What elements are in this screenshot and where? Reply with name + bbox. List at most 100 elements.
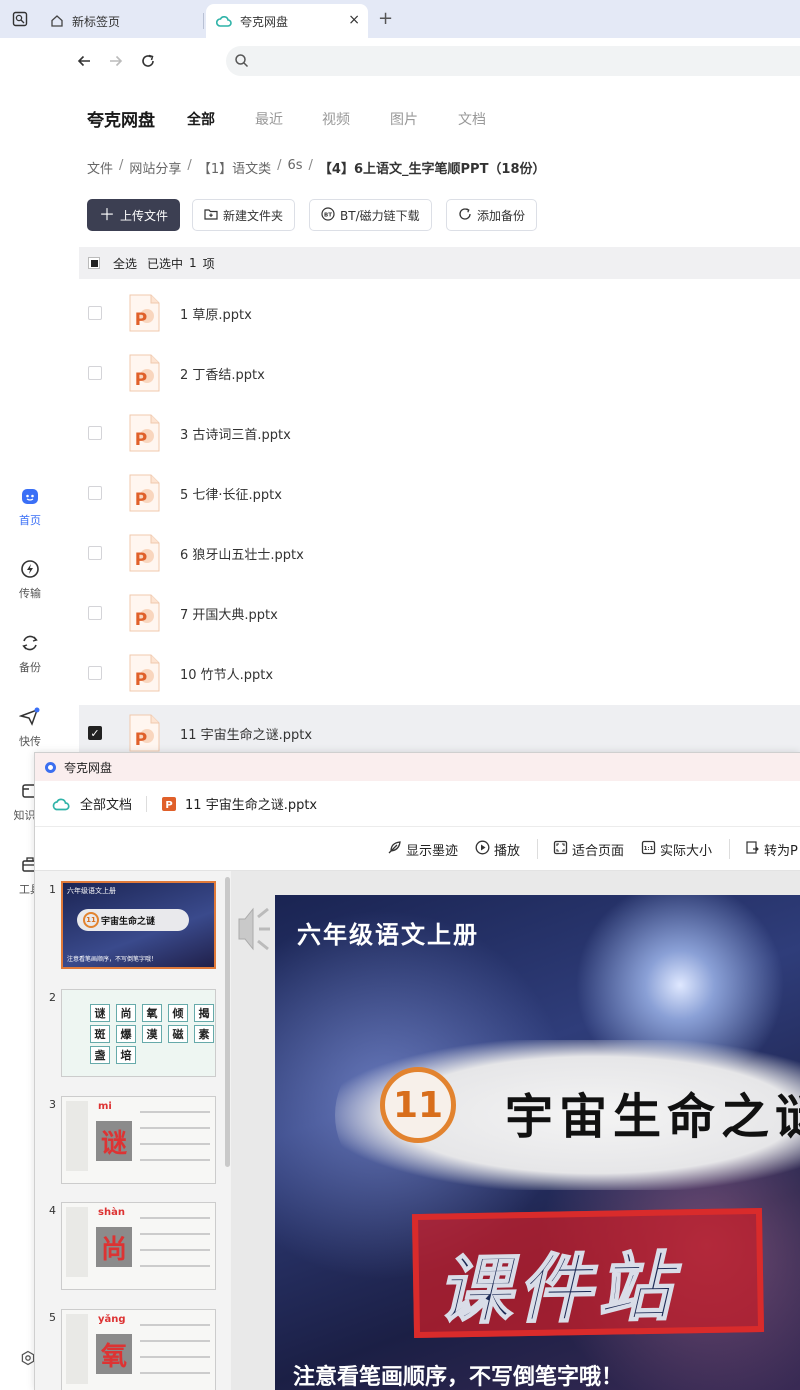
thumb-char-cell: 揭 bbox=[194, 1004, 214, 1022]
breadcrumb-item[interactable]: 6s bbox=[287, 158, 302, 177]
file-checkbox[interactable] bbox=[88, 306, 102, 320]
home-bot-icon bbox=[0, 484, 60, 508]
file-name[interactable]: 7 开国大典.pptx bbox=[180, 604, 278, 623]
tab-label: 新标签页 bbox=[72, 14, 121, 29]
ppt-file-icon: P bbox=[128, 594, 160, 632]
file-name[interactable]: 11 宇宙生命之谜.pptx bbox=[180, 724, 312, 743]
thumbnail-scrollbar[interactable] bbox=[225, 877, 230, 1167]
search-icon bbox=[234, 53, 249, 72]
back-icon[interactable] bbox=[73, 50, 95, 72]
new-folder-label: 新建文件夹 bbox=[223, 208, 284, 223]
file-name[interactable]: 1 草原.pptx bbox=[180, 304, 252, 323]
file-row[interactable]: P 7 开国大典.pptx bbox=[79, 585, 800, 641]
file-checkbox[interactable]: ✓ bbox=[88, 726, 102, 740]
rail-label: 备份 bbox=[19, 661, 41, 674]
select-all-label[interactable]: 全选 bbox=[113, 255, 137, 272]
rail-item-home[interactable]: 首页 bbox=[0, 484, 60, 528]
category-all[interactable]: 全部 bbox=[187, 109, 215, 129]
new-tab-button[interactable]: + bbox=[378, 8, 393, 29]
paper-plane-icon bbox=[0, 705, 60, 729]
file-checkbox[interactable] bbox=[88, 666, 102, 680]
quark-logo-icon bbox=[45, 761, 56, 773]
thumb-number: 5 bbox=[49, 1311, 56, 1324]
current-slide[interactable]: 六年级语文上册 11 宇宙生命之谜 课件站 注意看笔画顺序，不写倒笔字哦！ bbox=[275, 895, 800, 1390]
slide-thumb-2[interactable]: 谜尚氧倾揭斑爆漠磁素盏培 bbox=[61, 989, 216, 1077]
thumb-char-cell: 尚 bbox=[116, 1004, 136, 1022]
convert-button[interactable]: 转为P bbox=[745, 840, 798, 859]
file-row[interactable]: P 10 竹节人.pptx bbox=[79, 645, 800, 701]
slide-thumb-5[interactable]: yǎng 氧 bbox=[61, 1309, 216, 1390]
rail-item-backup[interactable]: 备份 bbox=[0, 631, 60, 675]
bt-download-button[interactable]: BT BT/磁力链下载 bbox=[309, 199, 432, 231]
slide-thumb-3[interactable]: mi 谜 bbox=[61, 1096, 216, 1184]
file-name[interactable]: 3 古诗词三首.pptx bbox=[180, 424, 291, 443]
category-image[interactable]: 图片 bbox=[390, 109, 418, 129]
tab-quark-drive[interactable]: 夸克网盘 × bbox=[206, 4, 368, 38]
svg-text:P: P bbox=[135, 730, 147, 750]
play-button[interactable]: 播放 bbox=[475, 840, 520, 859]
ppt-file-icon: P bbox=[128, 654, 160, 692]
thumb-line bbox=[140, 1356, 210, 1358]
home-icon bbox=[50, 14, 64, 28]
file-row[interactable]: P 2 丁香结.pptx bbox=[79, 345, 800, 401]
rail-item-quick-send[interactable]: 快传 bbox=[0, 705, 60, 749]
file-name[interactable]: 2 丁香结.pptx bbox=[180, 364, 265, 383]
file-checkbox[interactable] bbox=[88, 426, 102, 440]
thumb-column bbox=[66, 1207, 88, 1277]
breadcrumb: 文件 / 网站分享 / 【1】语文类 / 6s / 【4】6上语文_生字笔顺PP… bbox=[87, 158, 546, 177]
thumb-char-cell: 斑 bbox=[90, 1025, 110, 1043]
svg-text:P: P bbox=[135, 430, 147, 450]
add-backup-button[interactable]: 添加备份 bbox=[446, 199, 538, 231]
selected-unit: 项 bbox=[202, 256, 215, 271]
category-document[interactable]: 文档 bbox=[458, 109, 486, 129]
thumb-line bbox=[140, 1127, 210, 1129]
file-row[interactable]: P 5 七律·长征.pptx bbox=[79, 465, 800, 521]
workspace-icon[interactable] bbox=[8, 7, 32, 31]
thumb-number: 3 bbox=[49, 1098, 56, 1111]
file-name[interactable]: 6 狼牙山五壮士.pptx bbox=[180, 544, 304, 563]
rail-item-transfer[interactable]: 传输 bbox=[0, 557, 60, 601]
actual-size-button[interactable]: 1:1 实际大小 bbox=[641, 840, 712, 859]
address-bar[interactable] bbox=[226, 46, 800, 76]
close-icon[interactable]: × bbox=[348, 12, 360, 28]
file-checkbox[interactable] bbox=[88, 546, 102, 560]
ppt-file-icon: P bbox=[128, 294, 160, 332]
thumb-char-cell: 漠 bbox=[142, 1025, 162, 1043]
upload-button[interactable]: ＋ 上传文件 bbox=[87, 199, 181, 231]
breadcrumb-item[interactable]: 【1】语文类 bbox=[198, 158, 271, 177]
category-recent[interactable]: 最近 bbox=[255, 109, 283, 129]
fit-page-label: 适合页面 bbox=[572, 844, 625, 859]
file-name[interactable]: 10 竹节人.pptx bbox=[180, 664, 273, 683]
file-row[interactable]: P 6 狼牙山五壮士.pptx bbox=[79, 525, 800, 581]
speaker-icon[interactable] bbox=[235, 899, 271, 963]
forward-icon[interactable] bbox=[105, 50, 127, 72]
new-folder-button[interactable]: 新建文件夹 bbox=[192, 199, 296, 231]
ppt-file-icon: P bbox=[128, 414, 160, 452]
preview-window: 夸克网盘 全部文档 P 11 宇宙生命之谜.pptx 显示墨迹 播放 适合页面 … bbox=[34, 752, 800, 1390]
thumb-column bbox=[66, 1314, 88, 1384]
slide-thumb-4[interactable]: shàn 尚 bbox=[61, 1202, 216, 1290]
thumb-number: 4 bbox=[49, 1204, 56, 1217]
preview-window-title: 夸克网盘 bbox=[64, 760, 113, 775]
tab-new-tab[interactable]: 新标签页 bbox=[40, 4, 204, 38]
toolbar-divider bbox=[537, 839, 538, 859]
file-checkbox[interactable] bbox=[88, 366, 102, 380]
all-docs-link[interactable]: 全部文档 bbox=[80, 794, 132, 813]
thumb-char-cell: 磁 bbox=[168, 1025, 188, 1043]
file-name[interactable]: 5 七律·长征.pptx bbox=[180, 484, 282, 503]
file-checkbox[interactable] bbox=[88, 486, 102, 500]
select-all-checkbox[interactable] bbox=[88, 257, 100, 269]
thumb-char: 尚 bbox=[96, 1227, 132, 1267]
brand-title: 夸克网盘 bbox=[87, 111, 155, 131]
breadcrumb-item[interactable]: 网站分享 bbox=[129, 158, 181, 177]
thumb-line bbox=[140, 1217, 210, 1219]
file-row[interactable]: P 3 古诗词三首.pptx bbox=[79, 405, 800, 461]
category-video[interactable]: 视频 bbox=[322, 109, 350, 129]
file-row[interactable]: P 1 草原.pptx bbox=[79, 285, 800, 341]
show-ink-button[interactable]: 显示墨迹 bbox=[387, 840, 458, 859]
breadcrumb-item[interactable]: 文件 bbox=[87, 158, 113, 177]
fit-page-button[interactable]: 适合页面 bbox=[553, 840, 624, 859]
file-checkbox[interactable] bbox=[88, 606, 102, 620]
slide-thumb-1[interactable]: 六年级语文上册 11 宇宙生命之谜 注意看笔画顺序，不写倒笔字哦！ bbox=[61, 881, 216, 969]
reload-icon[interactable] bbox=[137, 50, 159, 72]
